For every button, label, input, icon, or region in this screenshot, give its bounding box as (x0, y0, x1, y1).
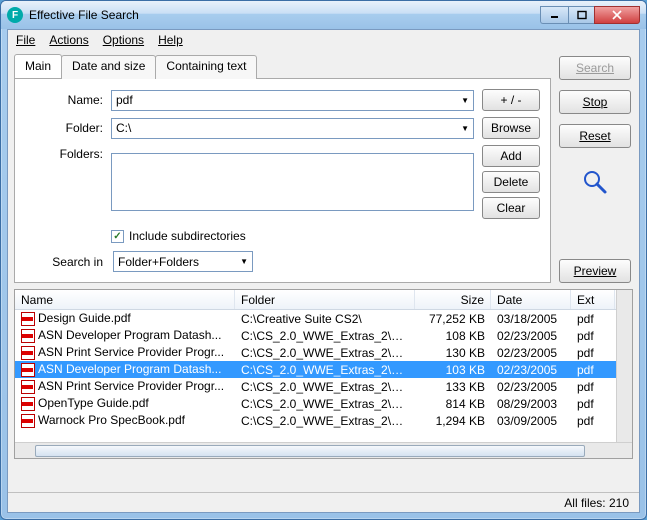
client-area: File Actions Options Help Main Date and … (7, 29, 640, 513)
col-folder[interactable]: Folder (235, 290, 415, 309)
magnifier-icon (581, 168, 609, 196)
table-row[interactable]: ASN Developer Program Datash...C:\CS_2.0… (15, 361, 616, 378)
pdf-icon (21, 363, 35, 377)
include-subdirs-checkbox[interactable]: ✓ (111, 230, 124, 243)
tabstrip: Main Date and size Containing text (14, 55, 551, 79)
folders-label: Folders: (25, 145, 103, 161)
searchin-value: Folder+Folders (118, 255, 199, 269)
table-row[interactable]: Warnock Pro SpecBook.pdfC:\CS_2.0_WWE_Ex… (15, 412, 616, 429)
clear-button[interactable]: Clear (482, 197, 540, 219)
status-text: All files: 210 (564, 496, 629, 510)
pdf-icon (21, 346, 35, 360)
stop-button[interactable]: Stop (559, 90, 631, 114)
table-row[interactable]: OpenType Guide.pdfC:\CS_2.0_WWE_Extras_2… (15, 395, 616, 412)
window-title: Effective File Search (29, 8, 540, 22)
table-row[interactable]: ASN Print Service Provider Progr...C:\CS… (15, 378, 616, 395)
horizontal-scrollbar[interactable] (15, 442, 632, 458)
maximize-button[interactable] (568, 6, 594, 24)
pdf-icon (21, 397, 35, 411)
chevron-down-icon: ▼ (461, 124, 469, 133)
menubar: File Actions Options Help (8, 30, 639, 50)
pdf-icon (21, 312, 35, 326)
app-icon: F (7, 7, 23, 23)
chevron-down-icon: ▼ (240, 257, 248, 266)
scroll-thumb[interactable] (35, 445, 585, 457)
col-name[interactable]: Name (15, 290, 235, 309)
search-button[interactable]: Search (559, 56, 631, 80)
name-combo[interactable]: pdf ▼ (111, 90, 474, 111)
minimize-button[interactable] (540, 6, 568, 24)
tab-panel-main: Name: pdf ▼ + / - Folder: C:\ ▼ Browse Fol… (14, 78, 551, 283)
menu-file[interactable]: File (16, 33, 35, 47)
app-window: F Effective File Search File Actions Opt… (0, 0, 647, 520)
table-row[interactable]: ASN Developer Program Datash...C:\CS_2.0… (15, 327, 616, 344)
chevron-down-icon: ▼ (461, 96, 469, 105)
tab-containing-text[interactable]: Containing text (155, 55, 257, 79)
pdf-icon (21, 414, 35, 428)
searchin-combo[interactable]: Folder+Folders ▼ (113, 251, 253, 272)
folder-combo[interactable]: C:\ ▼ (111, 118, 474, 139)
pdf-icon (21, 380, 35, 394)
menu-options[interactable]: Options (103, 33, 144, 47)
folder-label: Folder: (25, 121, 103, 135)
tab-date-size[interactable]: Date and size (61, 55, 156, 79)
folders-listbox[interactable] (111, 153, 474, 211)
preview-button[interactable]: Preview (559, 259, 631, 283)
add-button[interactable]: Add (482, 145, 540, 167)
folder-value: C:\ (116, 121, 131, 135)
tab-main[interactable]: Main (14, 54, 62, 78)
name-label: Name: (25, 93, 103, 107)
status-bar: All files: 210 (8, 492, 639, 512)
delete-button[interactable]: Delete (482, 171, 540, 193)
pdf-icon (21, 329, 35, 343)
menu-help[interactable]: Help (158, 33, 183, 47)
results-list: Name Folder Size Date Ext Design Guide.p… (14, 289, 633, 459)
table-row[interactable]: Design Guide.pdfC:\Creative Suite CS2\77… (15, 310, 616, 327)
col-date[interactable]: Date (491, 290, 571, 309)
searchin-label: Search in (25, 255, 103, 269)
vertical-scrollbar[interactable] (616, 290, 632, 442)
browse-button[interactable]: Browse (482, 117, 540, 139)
table-row[interactable]: ASN Print Service Provider Progr...C:\CS… (15, 344, 616, 361)
include-subdirs-label: Include subdirectories (129, 229, 246, 243)
results-header: Name Folder Size Date Ext (15, 290, 616, 310)
name-value: pdf (116, 93, 133, 107)
reset-button[interactable]: Reset (559, 124, 631, 148)
col-ext[interactable]: Ext (571, 290, 615, 309)
plus-minus-button[interactable]: + / - (482, 89, 540, 111)
results-body[interactable]: Design Guide.pdfC:\Creative Suite CS2\77… (15, 310, 616, 442)
side-buttons: Search Stop Reset Preview (557, 54, 633, 283)
menu-actions[interactable]: Actions (49, 33, 88, 47)
titlebar[interactable]: F Effective File Search (1, 1, 646, 29)
close-button[interactable] (594, 6, 640, 24)
col-size[interactable]: Size (415, 290, 491, 309)
